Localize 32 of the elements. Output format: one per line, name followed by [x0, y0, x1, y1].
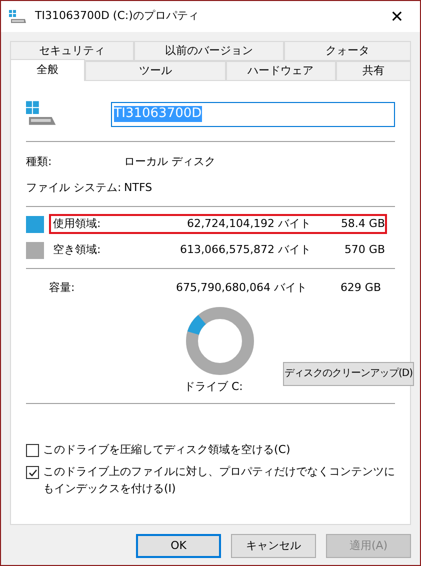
byte-count: 613,066,575,872 バイト [179, 242, 311, 258]
byte-count: 675,790,680,064 バイト [175, 280, 307, 296]
dialog-button[interactable]: OK [136, 534, 221, 558]
field-label: ファイル システム: [26, 180, 122, 196]
tab[interactable]: ハードウェア [226, 61, 336, 81]
size-value: 58.4 GB [340, 216, 385, 232]
tab[interactable]: クォータ [284, 41, 411, 61]
byte-count: 62,724,104,192 バイト [186, 216, 311, 232]
tab[interactable]: 共有 [336, 61, 411, 81]
tab[interactable]: 全般 [10, 59, 86, 81]
drive-icon [26, 101, 58, 127]
space-label: 使用領域: [53, 216, 102, 232]
drive-label: ドライブ C: [184, 378, 243, 394]
tab[interactable]: ツール [85, 61, 226, 81]
field-value: NTFS [124, 180, 154, 196]
dialog-button[interactable]: キャンセル [231, 534, 316, 558]
drive-icon [9, 10, 27, 24]
checkbox-option[interactable]: このドライブを圧縮してディスク領域を空ける(C) [26, 442, 395, 458]
field-label: 種類: [26, 154, 53, 170]
close-button[interactable]: ✕ [382, 4, 412, 28]
check-icon [28, 468, 38, 478]
space-label: 空き領域: [53, 242, 102, 258]
cleanup-button[interactable]: ディスクのクリーンアップ(D) [283, 362, 414, 386]
checkbox-option[interactable]: このドライブ上のファイルに対し、プロパティだけでなくコンテンツにもインデックスを付ける(I) [26, 464, 395, 497]
size-value: 629 GB [339, 280, 381, 296]
size-value: 570 GB [343, 242, 385, 258]
usage-donut [186, 306, 254, 374]
capacity-label: 容量: [49, 280, 76, 296]
tab[interactable]: セキュリティ [10, 41, 134, 61]
field-value: ローカル ディスク [124, 154, 216, 170]
window-title: TI31063700D (C:)のプロパティ [35, 8, 200, 24]
tab[interactable]: 以前のバージョン [134, 41, 284, 61]
